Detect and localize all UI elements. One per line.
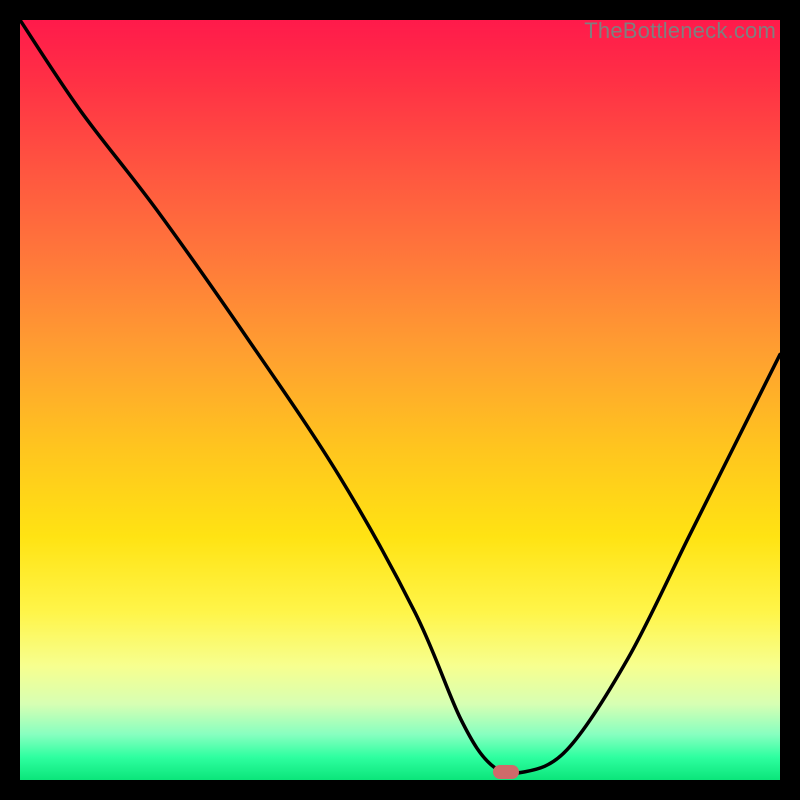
chart-frame: TheBottleneck.com [0,0,800,800]
watermark-text: TheBottleneck.com [584,18,776,44]
plot-area: TheBottleneck.com [20,20,780,780]
optimum-marker [493,765,519,779]
bottleneck-curve [20,20,780,780]
